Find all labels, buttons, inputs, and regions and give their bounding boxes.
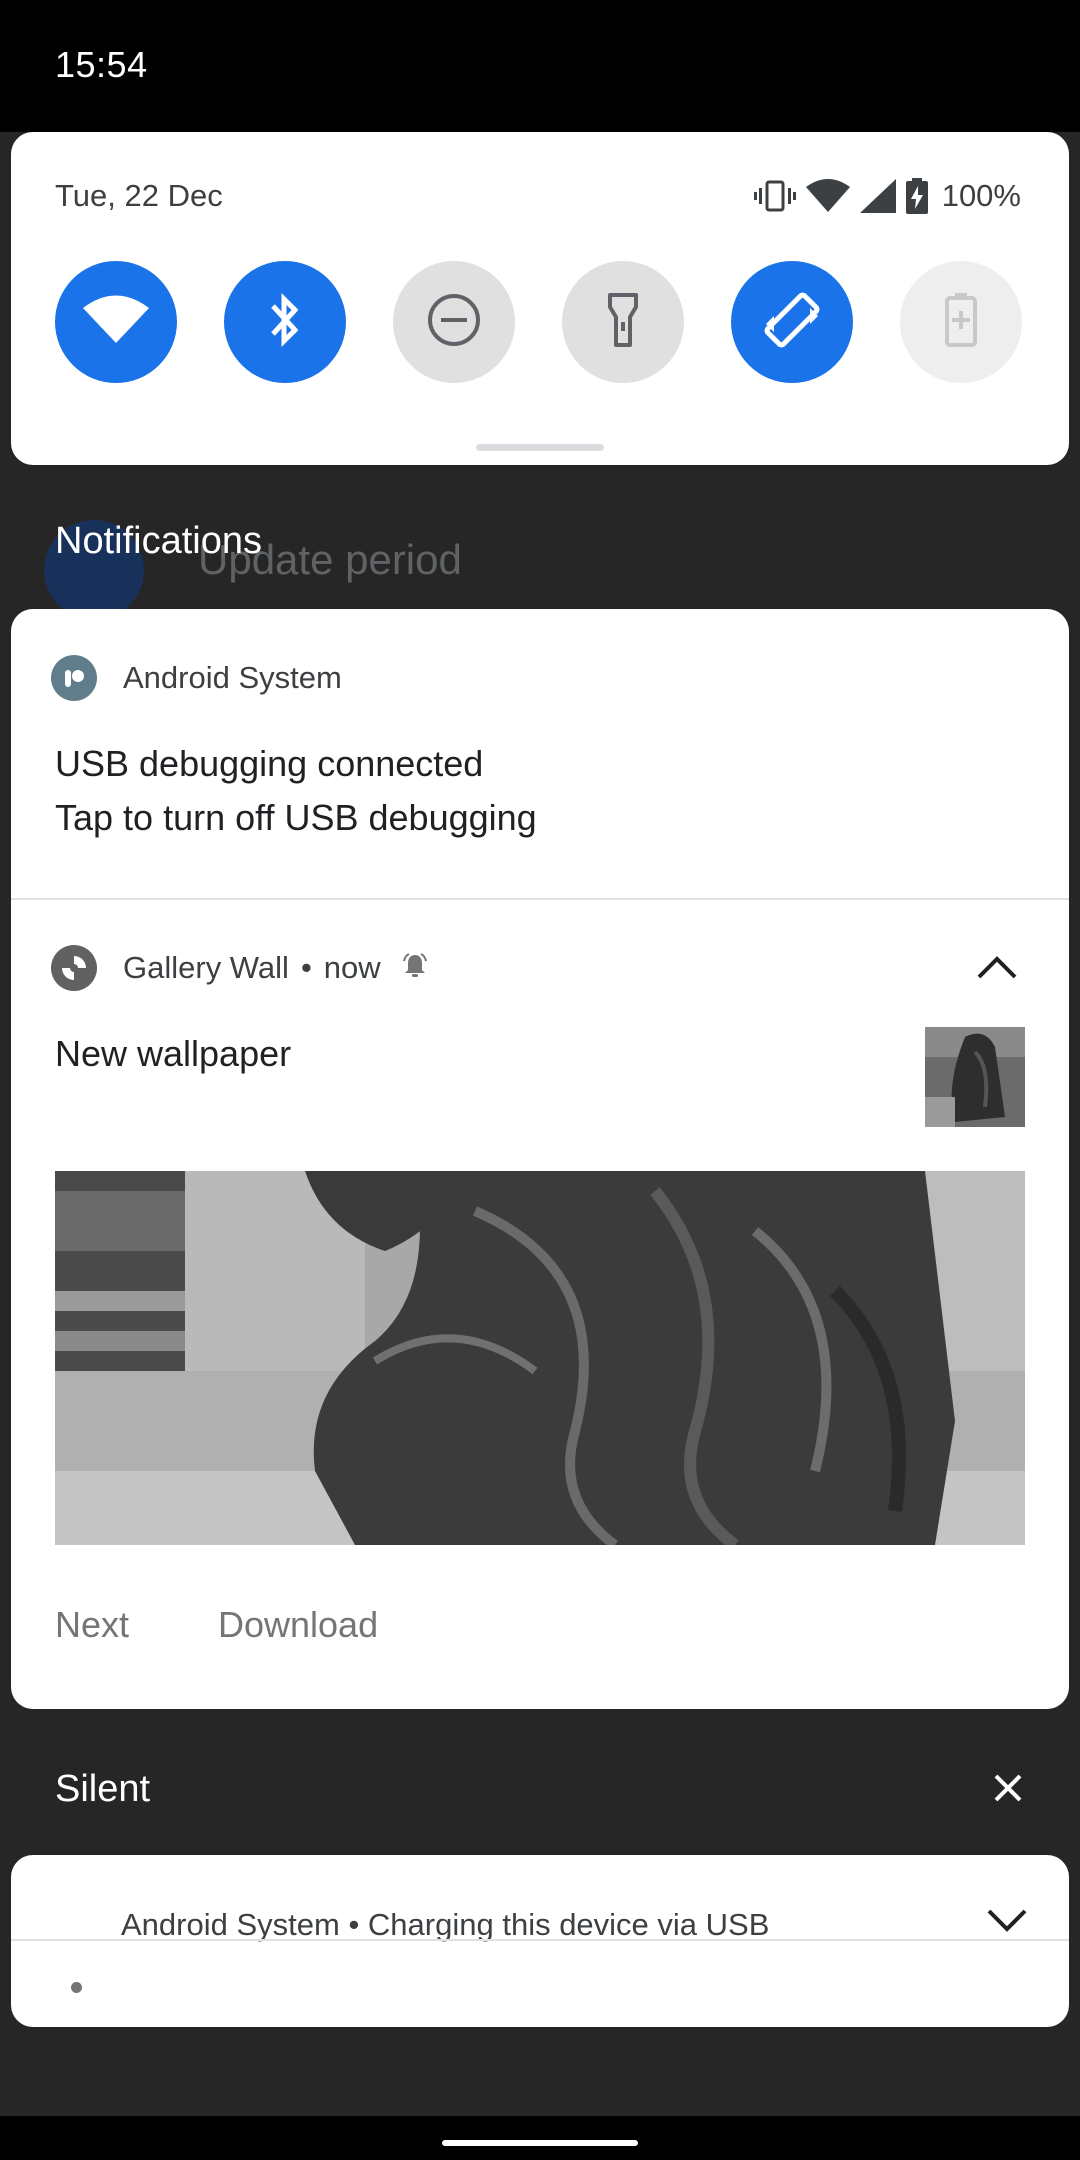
tile-auto-rotate[interactable] (731, 261, 853, 383)
status-bar: 15:54 (0, 0, 1080, 132)
separator-dot: • (300, 950, 312, 985)
silent-notification-text: Charging this device via USB (367, 1907, 770, 1942)
qs-tiles (55, 261, 1035, 383)
separator-dot: • (348, 1907, 368, 1942)
tile-wifi[interactable] (55, 261, 177, 383)
quick-settings-panel[interactable]: Tue, 22 Dec 100% (11, 132, 1069, 465)
usb-app-name: Android System (123, 660, 342, 695)
notification-card: Android System USB debugging connected T… (11, 609, 1069, 1709)
android-system-icon (51, 655, 97, 701)
silent-notification-card[interactable]: Android System • Charging this device vi… (11, 1855, 1069, 2027)
cell-signal-icon (859, 179, 896, 213)
download-action-button[interactable]: Download (218, 1604, 378, 1646)
expand-chevron-icon[interactable] (985, 1905, 1029, 1938)
wallpaper-thumbnail (925, 1027, 1025, 1127)
overflow-dot-icon (71, 1982, 82, 1993)
vibrate-icon (753, 179, 796, 213)
battery-charging-icon (905, 178, 928, 214)
bluetooth-icon (265, 290, 305, 355)
usb-notification-text: Tap to turn off USB debugging (55, 797, 537, 838)
silent-app-name: Android System (121, 1907, 340, 1942)
usb-notification-title: USB debugging connected (55, 743, 484, 784)
gallery-app-name: Gallery Wall (123, 950, 289, 985)
gallery-wall-app-icon (51, 945, 97, 991)
gallery-notification-time: now (323, 950, 381, 985)
clear-silent-close-icon[interactable] (986, 1766, 1030, 1810)
usb-app-row: Android System (51, 655, 342, 701)
notifications-header: Notifications (55, 520, 262, 562)
silent-notification-summary: Android System • Charging this device vi… (121, 1907, 769, 1943)
navigation-bar (0, 2116, 1080, 2160)
battery-saver-icon (944, 292, 978, 352)
next-action-button[interactable]: Next (55, 1604, 129, 1646)
wifi-signal-icon (805, 179, 850, 213)
gallery-notification-title: New wallpaper (55, 1033, 292, 1074)
qs-status-icons: 100% (753, 174, 1021, 218)
gallery-app-row: Gallery Wall • now (51, 945, 429, 991)
alert-bell-icon (401, 952, 429, 985)
wallpaper-image (55, 1171, 1025, 1545)
flashlight-icon (606, 291, 640, 354)
tile-bluetooth[interactable] (224, 261, 346, 383)
home-gesture-handle[interactable] (442, 2140, 638, 2146)
notification-divider (11, 898, 1069, 900)
qs-drag-handle[interactable] (476, 444, 604, 451)
tile-do-not-disturb[interactable] (393, 261, 515, 383)
tile-flashlight[interactable] (562, 261, 684, 383)
silent-section-header: Silent (55, 1768, 151, 1810)
autorotate-icon (760, 288, 824, 357)
battery-percentage: 100% (941, 178, 1021, 213)
qs-date[interactable]: Tue, 22 Dec (55, 178, 223, 214)
silent-card-divider (11, 1939, 1069, 1941)
dnd-icon (426, 292, 482, 353)
status-time: 15:54 (55, 44, 148, 85)
tile-battery-saver[interactable] (900, 261, 1022, 383)
collapse-chevron-icon[interactable] (975, 953, 1019, 986)
wifi-icon (83, 295, 149, 350)
